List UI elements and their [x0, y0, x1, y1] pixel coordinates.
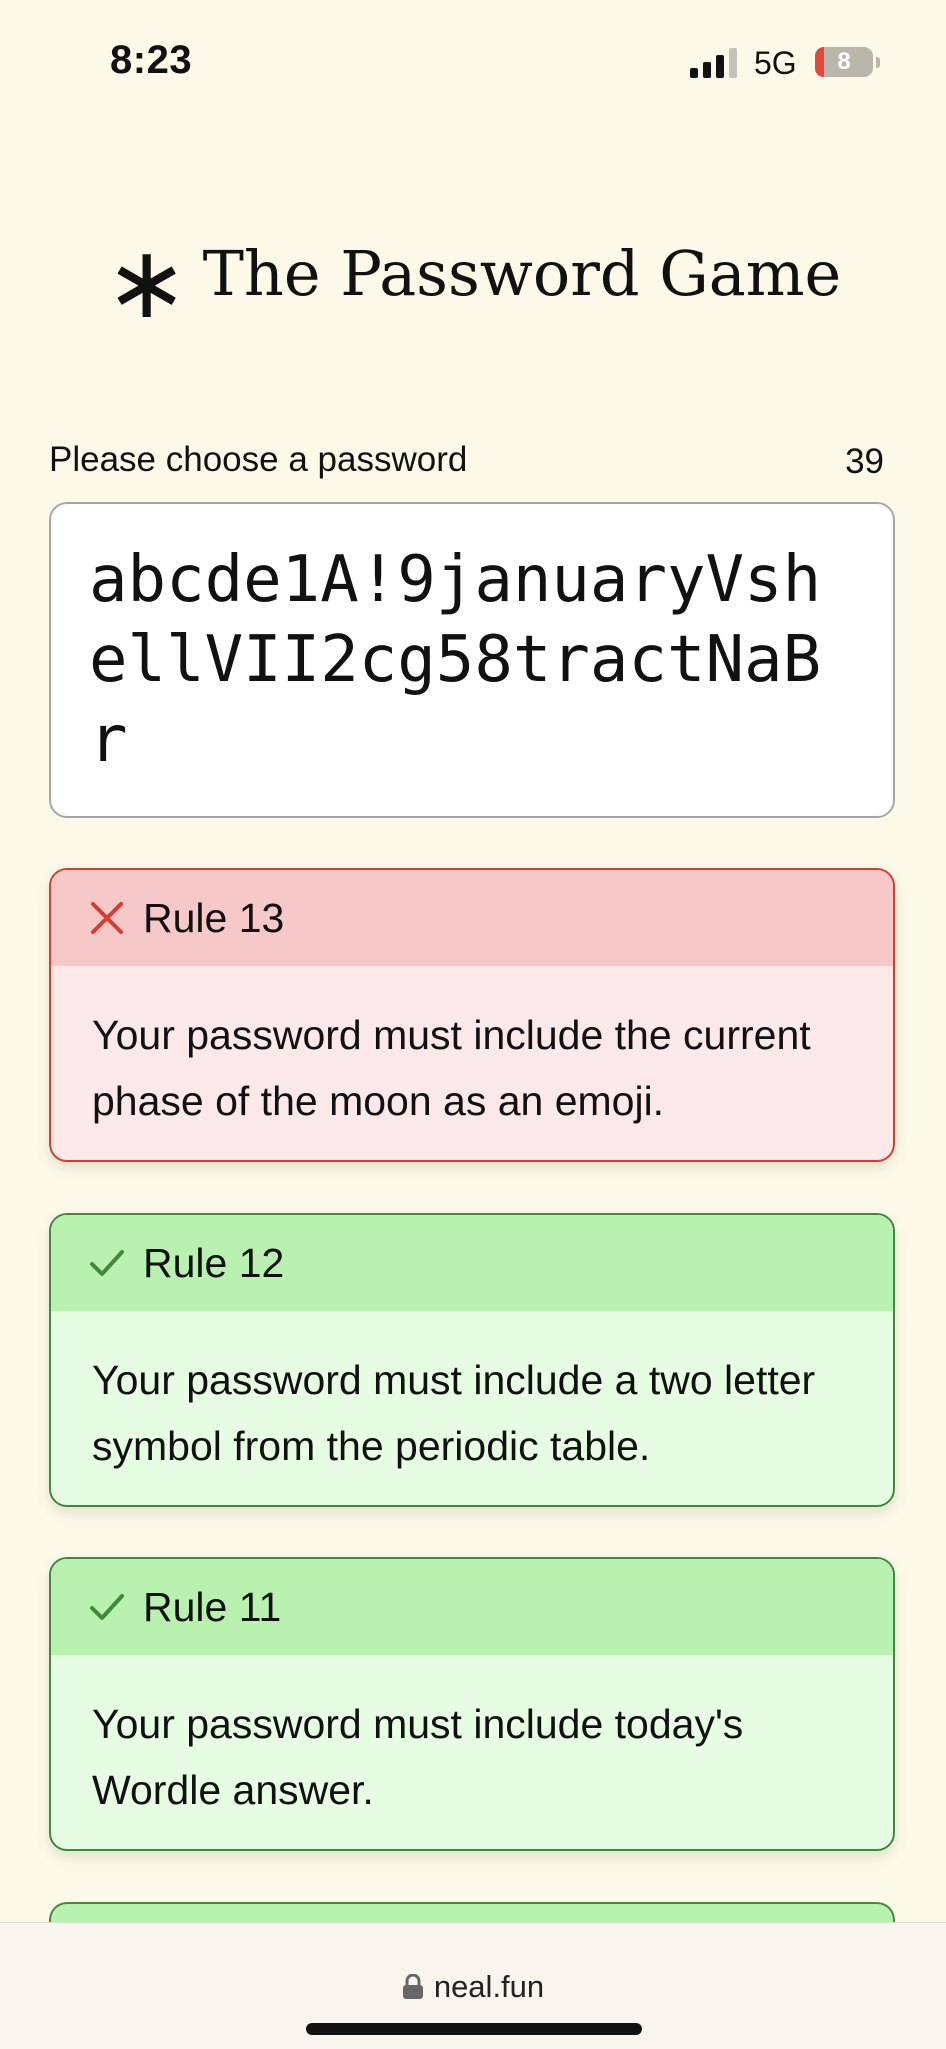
- rule-title: Rule 11: [143, 1583, 282, 1630]
- rule-card-11: Rule 11 Your password must include today…: [49, 1557, 895, 1851]
- battery-cap: [876, 57, 880, 68]
- rule-card-12: Rule 12 Your password must include a two…: [49, 1213, 895, 1507]
- rule-title: Rule 13: [143, 894, 285, 941]
- page-title: ∗ The Password Game: [0, 224, 946, 341]
- x-icon: [91, 902, 123, 934]
- check-icon: [90, 1250, 124, 1276]
- page-title-text: The Password Game: [202, 237, 842, 310]
- status-time: 8:23: [110, 38, 193, 82]
- rule-description: Your password must include the current p…: [92, 1012, 811, 1124]
- rule-header: Rule 12: [51, 1215, 893, 1311]
- rule-description: Your password must include a two letter …: [92, 1357, 816, 1469]
- asterisk-icon: ∗: [104, 224, 189, 341]
- url-text: neal.fun: [433, 1969, 545, 2004]
- rule-description: Your password must include today's Wordl…: [92, 1701, 744, 1813]
- password-label: Please choose a password: [49, 440, 468, 479]
- network-type: 5G: [754, 45, 797, 81]
- rule-header: Rule 11: [51, 1559, 893, 1655]
- password-input-text[interactable]: abcde1A!9januaryVshellVII2cg58tractNaBr: [89, 540, 859, 780]
- home-indicator[interactable]: [306, 2023, 642, 2035]
- lock-icon: [402, 1974, 423, 1999]
- password-length-counter: 39: [845, 442, 884, 481]
- cellular-signal-icon: [690, 48, 740, 78]
- status-bar: 8:23 5G 8: [0, 0, 946, 120]
- battery-level: 8: [837, 48, 851, 75]
- battery-icon: 8: [815, 47, 873, 77]
- rule-header: Rule 13: [51, 870, 893, 966]
- url-display[interactable]: neal.fun: [0, 1969, 946, 2005]
- browser-address-bar[interactable]: neal.fun: [0, 1922, 946, 2049]
- password-input[interactable]: abcde1A!9januaryVshellVII2cg58tractNaBr: [49, 502, 895, 818]
- rule-title: Rule 12: [143, 1239, 285, 1286]
- rule-card-13: Rule 13 Your password must include the c…: [49, 868, 895, 1162]
- check-icon: [90, 1594, 124, 1620]
